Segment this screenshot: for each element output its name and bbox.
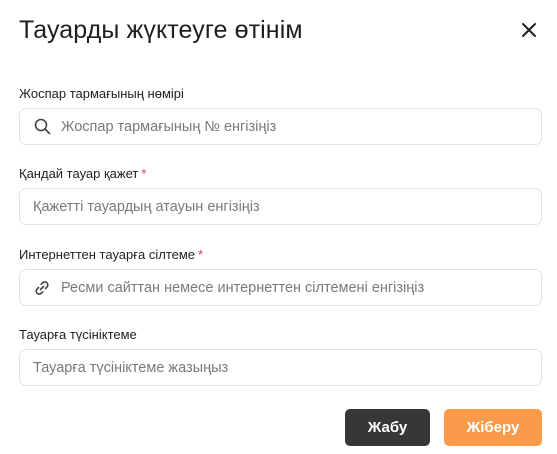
product-needed-placeholder: Қажетті тауардың атауын енгізіңіз — [33, 198, 260, 215]
search-icon — [33, 118, 51, 136]
link-icon — [33, 279, 51, 297]
plan-branch-label-text: Жоспар тармағының нөмірі — [19, 86, 184, 101]
product-comment-placeholder: Тауарға түсініктеме жазыңыз — [33, 359, 229, 376]
close-icon[interactable] — [519, 20, 539, 40]
product-needed-input[interactable]: Қажетті тауардың атауын енгізіңіз — [19, 188, 542, 225]
product-comment-input[interactable]: Тауарға түсініктеме жазыңыз — [19, 349, 542, 386]
product-link-label-text: Интернеттен тауарға сілтеме — [19, 247, 196, 262]
product-link-placeholder: Ресми сайттан немесе интернеттен сілтеме… — [61, 279, 425, 296]
plan-branch-placeholder: Жоспар тармағының № енгізіңіз — [61, 118, 277, 135]
modal-title: Тауарды жүктеуге өтінім — [19, 16, 303, 44]
request-modal: Тауарды жүктеуге өтінім Жоспар тармағыны… — [0, 0, 557, 454]
product-link-label: Интернеттен тауарға сілтеме * — [19, 247, 203, 263]
product-needed-label: Қандай тауар қажет * — [19, 166, 146, 182]
required-mark: * — [141, 166, 147, 181]
close-button[interactable]: Жабу — [345, 409, 430, 446]
product-comment-label-text: Тауарға түсініктеме — [19, 327, 137, 342]
plan-branch-input[interactable]: Жоспар тармағының № енгізіңіз — [19, 108, 542, 145]
product-comment-label: Тауарға түсініктеме — [19, 327, 137, 343]
product-link-input[interactable]: Ресми сайттан немесе интернеттен сілтеме… — [19, 269, 542, 306]
product-needed-label-text: Қандай тауар қажет — [19, 166, 139, 181]
plan-branch-label: Жоспар тармағының нөмірі — [19, 86, 184, 102]
required-mark: * — [198, 247, 204, 262]
send-button[interactable]: Жіберу — [444, 409, 542, 446]
